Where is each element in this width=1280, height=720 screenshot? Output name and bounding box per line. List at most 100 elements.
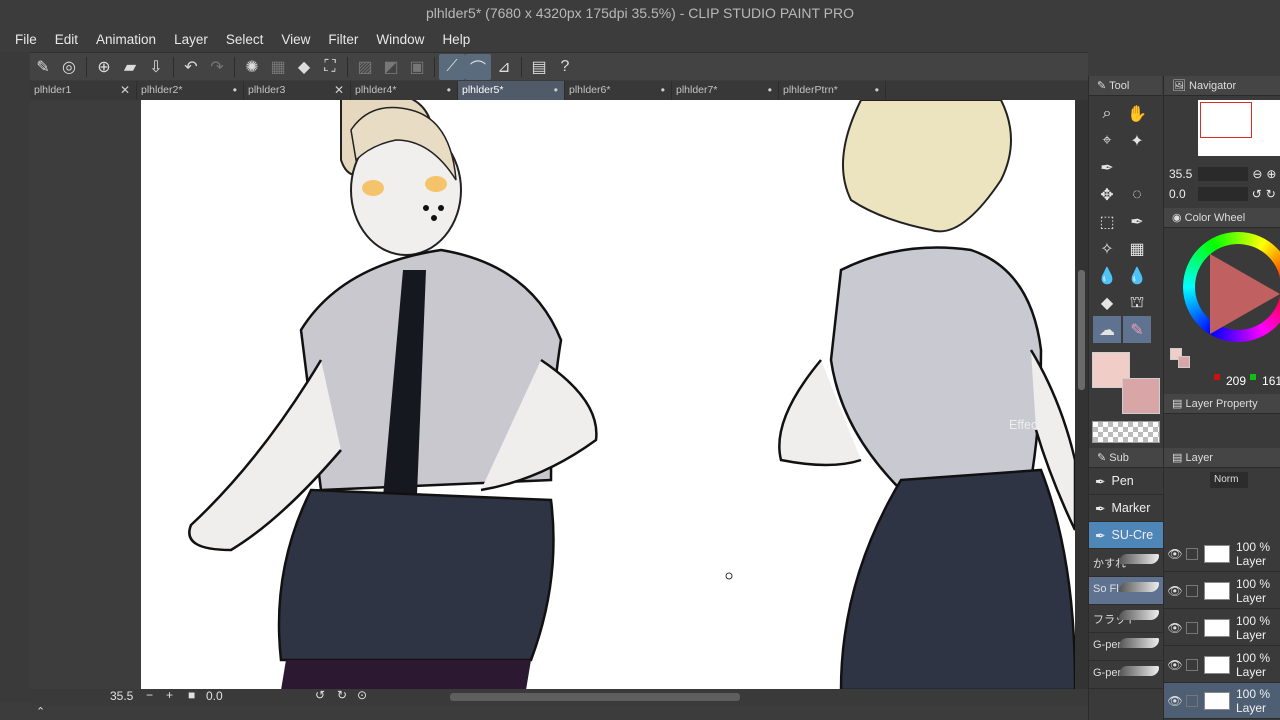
fill-bucket-tool-icon[interactable]: ⛫ [1123, 289, 1151, 316]
brush-g-pen-1[interactable]: G-per [1089, 633, 1163, 661]
layer-checkbox[interactable] [1186, 694, 1198, 707]
auto-select-tool-icon[interactable]: ✧ [1093, 235, 1121, 262]
layer-checkbox[interactable] [1186, 658, 1198, 671]
scroll-thumb[interactable] [1078, 270, 1085, 390]
menu-filter[interactable]: Filter [319, 32, 367, 47]
menu-file[interactable]: File [6, 32, 46, 47]
tool-tab[interactable]: ✎ Tool [1089, 76, 1162, 96]
rotation-value[interactable]: 0.0 [206, 689, 223, 703]
sub-color-swatch[interactable] [1122, 378, 1160, 414]
zoom-in-icon[interactable]: ⊕ [1266, 167, 1276, 181]
menu-layer[interactable]: Layer [165, 32, 217, 47]
layer-row[interactable]: 👁 100 % Layer [1164, 647, 1280, 683]
subtool-marker[interactable]: ✒ Marker [1089, 495, 1163, 522]
unsaved-dot-icon[interactable]: • [233, 81, 237, 100]
unsaved-dot-icon[interactable]: • [554, 81, 558, 100]
layer-checkbox[interactable] [1186, 547, 1198, 560]
navigator-tab[interactable]: 🖼 Navigator [1164, 76, 1280, 96]
zoom-slider[interactable] [1198, 167, 1249, 181]
save-icon[interactable]: ⇩ [143, 54, 169, 80]
tab-plhlderPtrn[interactable]: plhlderPtrn* • [779, 81, 886, 100]
saturation-triangle[interactable] [1210, 254, 1280, 334]
pencil-tool-icon[interactable]: ✎ [1123, 316, 1151, 343]
tab-plhlder3[interactable]: plhlder3 ✕ [244, 81, 351, 100]
menu-window[interactable]: Window [367, 32, 433, 47]
rotate-left-icon[interactable]: ↺ [1252, 187, 1262, 201]
transparent-color-swatch[interactable] [1092, 421, 1160, 443]
rotate-right-icon[interactable]: ↻ [1266, 187, 1276, 201]
lasso-tool-icon[interactable]: ◌ [1123, 181, 1151, 208]
frame-tool-icon[interactable]: ▦ [1123, 235, 1151, 262]
eye-icon[interactable]: 👁 [1164, 584, 1186, 598]
horizontal-scroll-thumb[interactable] [450, 693, 740, 701]
layer-row[interactable]: 👁 100 % Layer [1164, 536, 1280, 572]
fill-tool-icon[interactable]: 💧 [1123, 262, 1151, 289]
brush-g-pen-2[interactable]: G-per [1089, 661, 1163, 689]
reset-rotation-icon[interactable]: ⊙ [357, 688, 367, 702]
navigator-viewport-box[interactable] [1200, 102, 1252, 138]
zoom-in-icon[interactable]: + [166, 688, 173, 702]
layer-row-selected[interactable]: 👁 100 % Layer [1164, 683, 1280, 719]
subtool-su-cre[interactable]: ✒ SU-Cre [1089, 522, 1163, 549]
layer-row[interactable]: 👁 100 % Layer [1164, 573, 1280, 609]
brush-so-fl[interactable]: So Fl [1089, 577, 1163, 605]
subtool-pen[interactable]: ✒ Pen [1089, 468, 1163, 495]
layer-property-tab[interactable]: ▤ Layer Property [1164, 394, 1280, 414]
unsaved-dot-icon[interactable]: • [447, 81, 451, 100]
selection-tool-icon[interactable]: ⬚ [1093, 208, 1121, 235]
expand-up-icon[interactable]: ⌃ [36, 705, 45, 718]
tab-plhlder2[interactable]: plhlder2* • [137, 81, 244, 100]
unsaved-dot-icon[interactable]: • [875, 81, 879, 100]
rotate-slider[interactable] [1197, 187, 1248, 201]
blend-tool-icon[interactable]: 💧 [1093, 262, 1121, 289]
new-file-icon[interactable]: ⊕ [91, 54, 117, 80]
ruler-snap-icon[interactable]: ⟋ [439, 53, 465, 80]
help-icon[interactable]: ? [552, 54, 578, 80]
transform-icon[interactable]: ⛶ [317, 54, 343, 80]
operation-tool-icon[interactable]: ⌖ [1093, 127, 1121, 154]
redo-icon[interactable]: ↷ [204, 54, 230, 80]
open-folder-icon[interactable]: ▰ [117, 54, 143, 80]
layer-checkbox[interactable] [1186, 621, 1198, 634]
selection-fill-icon[interactable]: ◩ [378, 54, 404, 80]
tab-plhlder1[interactable]: plhlder1 ✕ [30, 81, 137, 100]
zoom-value[interactable]: 35.5 [110, 689, 133, 703]
special-ruler-snap-icon[interactable]: ⌒ [465, 53, 491, 80]
eraser-tool-icon[interactable]: ◆ [1093, 289, 1121, 316]
close-icon[interactable]: ✕ [334, 81, 344, 100]
color-wheel-tab[interactable]: ◉ Color Wheel [1164, 208, 1280, 228]
unsaved-dot-icon[interactable]: • [768, 81, 772, 100]
blend-mode-select[interactable]: Norm [1210, 472, 1248, 488]
loading-icon[interactable]: ✺ [239, 54, 265, 80]
move-tool-icon[interactable]: ✥ [1093, 181, 1121, 208]
navigator-rotation-value[interactable]: 0.0 [1169, 187, 1186, 201]
sub-tool-tab[interactable]: ✎ Sub [1089, 448, 1163, 468]
menu-help[interactable]: Help [433, 32, 479, 47]
device-icon[interactable]: ▤ [526, 54, 552, 80]
selection-edge-icon[interactable]: ▨ [352, 54, 378, 80]
layer-checkbox[interactable] [1186, 584, 1198, 597]
rotate-left-icon[interactable]: ↺ [315, 688, 325, 702]
mini-sub-color[interactable] [1178, 356, 1190, 368]
eye-icon[interactable]: 👁 [1164, 547, 1186, 561]
tab-plhlder7[interactable]: plhlder7* • [672, 81, 779, 100]
stop-icon[interactable]: ■ [188, 688, 195, 702]
tab-plhlder5[interactable]: plhlder5* • [458, 81, 565, 100]
layer-row[interactable]: 👁 100 % Layer [1164, 610, 1280, 646]
menu-view[interactable]: View [272, 32, 319, 47]
brush-kasure[interactable]: かすれ [1089, 549, 1163, 577]
green-value[interactable]: 161 [1262, 374, 1280, 388]
layer-tab[interactable]: ▤ Layer [1164, 448, 1280, 468]
hand-tool-icon[interactable]: ✋ [1123, 100, 1151, 127]
selection-invert-icon[interactable]: ▣ [404, 54, 430, 80]
cloud-tool-icon[interactable]: ☁ [1093, 316, 1121, 343]
pen-tool-icon[interactable]: ✒ [1123, 208, 1151, 235]
tab-plhlder4[interactable]: plhlder4* • [351, 81, 458, 100]
unsaved-dot-icon[interactable]: • [661, 81, 665, 100]
menu-edit[interactable]: Edit [46, 32, 87, 47]
canvas-paper[interactable] [141, 100, 1075, 690]
undo-icon[interactable]: ↶ [178, 54, 204, 80]
grid-snap-icon[interactable]: ⊿ [491, 54, 517, 80]
close-icon[interactable]: ✕ [120, 81, 130, 100]
eye-icon[interactable]: 👁 [1164, 694, 1186, 708]
